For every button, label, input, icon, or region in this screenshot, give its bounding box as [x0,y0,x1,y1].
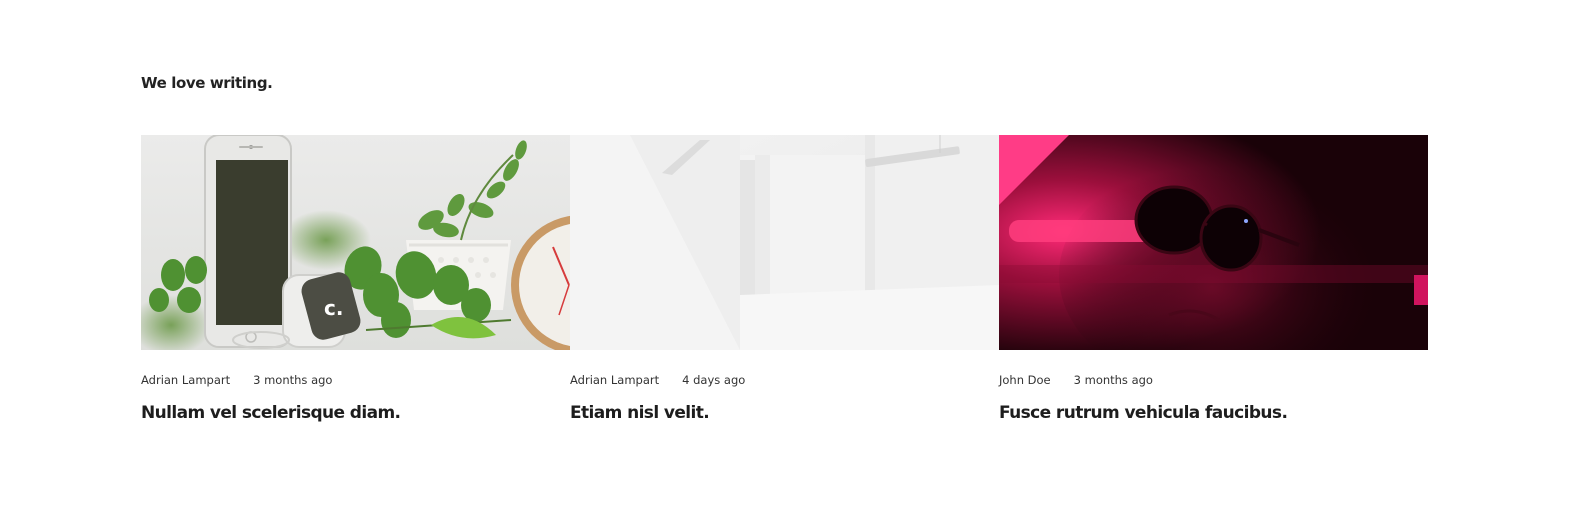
post-image-link[interactable] [570,135,999,350]
post-title[interactable]: Nullam vel scelerisque diam. [141,403,401,423]
neon-sunglasses-portrait-photo [999,135,1428,350]
post-image-link[interactable]: c. [141,135,570,350]
post-title[interactable]: Fusce rutrum vehicula faucibus. [999,403,1288,423]
post-date: 4 days ago [682,373,746,387]
post-image-link[interactable] [999,135,1428,350]
post-meta: Adrian Lampart 4 days ago [570,373,745,387]
post-card[interactable]: Adrian Lampart 4 days ago Etiam nisl veli… [570,135,999,435]
post-grid: c. Adrian Lampart 3 months ago Nullam vel… [141,135,1429,435]
section-heading: We love writing. [141,74,273,92]
post-date: 3 months ago [253,373,333,387]
blog-section: We love writing. c. Adrian Lampart 3 mon… [141,0,1429,517]
post-author[interactable]: Adrian Lampart [141,373,230,387]
post-date: 3 months ago [1073,373,1153,387]
watch-logo: c. [324,296,343,320]
post-card[interactable]: John Doe 3 months ago Fusce rutrum vehicu… [999,135,1428,435]
post-meta: Adrian Lampart 3 months ago [141,373,332,387]
post-author[interactable]: John Doe [999,373,1051,387]
phone-watch-plants-photo: c. [141,135,570,350]
post-meta: John Doe 3 months ago [999,373,1153,387]
post-title[interactable]: Etiam nisl velit. [570,403,710,423]
post-author[interactable]: Adrian Lampart [570,373,659,387]
white-room-photo [570,135,999,350]
post-card[interactable]: c. Adrian Lampart 3 months ago Nullam vel… [141,135,570,435]
